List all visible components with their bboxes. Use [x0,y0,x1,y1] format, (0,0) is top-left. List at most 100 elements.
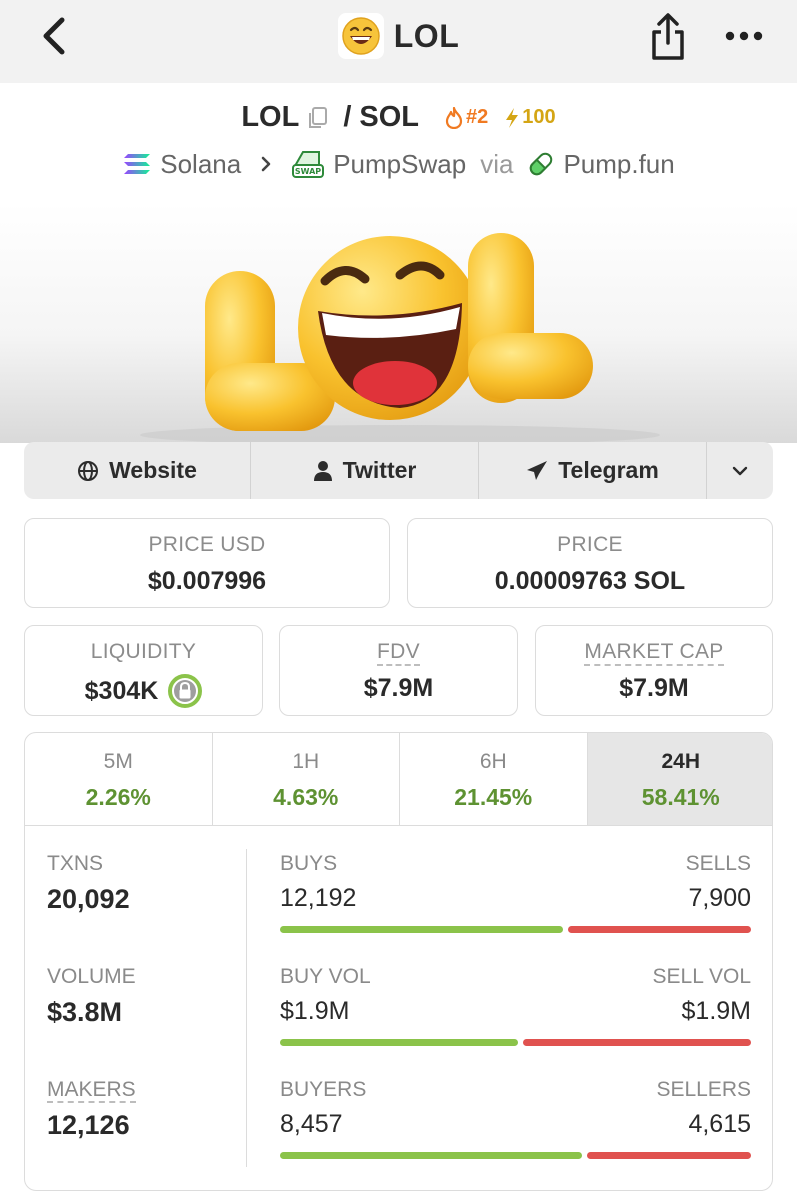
pair-title: LOL / SOL #2 100 [0,101,797,134]
sell-vol-bar-fill [523,1039,751,1046]
top-nav-bar: LOL [0,0,797,83]
globe-icon [78,460,99,481]
grinning-face-icon [342,17,380,55]
paper-plane-icon [527,460,548,480]
price-native-value: 0.00009763 SOL [494,567,686,595]
buys-label: BUYS [280,852,338,875]
buyers-value: 8,457 [280,1110,343,1138]
price-change-panel: 5M 2.26% 1H 4.63% 6H 21.45% 24H 58.41% T… [24,732,773,1191]
tab-1h[interactable]: 1H 4.63% [213,733,400,825]
fdv-label: FDV [280,640,517,666]
panel-divider [246,849,247,1167]
twitter-label: Twitter [342,457,417,483]
sellers-value: 4,615 [688,1110,751,1138]
launchpad-link[interactable]: Pump.fun [563,149,674,180]
svg-text:SWAP: SWAP [295,167,321,176]
via-label: via [480,148,514,179]
website-button[interactable]: Website [24,442,251,499]
price-usd-card: PRICE USD $0.007996 [24,518,390,608]
buyers-bar-fill [280,1152,582,1159]
makers-stat[interactable]: MAKERS 12,126 [47,1078,136,1141]
quote-token-symbol: SOL [359,101,420,133]
copy-icon[interactable] [307,106,329,130]
liquidity-card: LIQUIDITY $304K [24,625,263,716]
volume-label: VOLUME [47,965,136,988]
buyers-sellers-row: BUYERS SELLERS 8,457 4,615 [280,1078,751,1168]
sells-label: SELLS [685,852,751,875]
base-token-symbol: LOL [241,101,300,133]
makers-label: MAKERS [47,1078,136,1103]
sellers-bar-fill [587,1152,751,1159]
fire-icon [445,106,463,129]
price-native-label: PRICE [557,533,623,556]
pair-header: LOL / SOL #2 100 Solana SWAP PumpSwap vi… [0,83,797,203]
more-links-dropdown[interactable] [707,442,773,499]
fdv-value: $7.9M [363,674,434,702]
website-label: Website [109,457,197,483]
tab-24h-change: 58.41% [641,784,720,810]
lightning-icon [506,107,519,128]
makers-value: 12,126 [47,1110,130,1140]
price-usd-value: $0.007996 [147,567,267,595]
boost-value: 100 [522,106,556,128]
telegram-button[interactable]: Telegram [479,442,707,499]
buyers-sellers-bar [280,1152,751,1159]
market-cap-card[interactable]: MARKET CAP $7.9M [535,625,773,716]
tab-24h[interactable]: 24H 58.41% [587,733,772,825]
trending-rank-badge[interactable]: #2 [445,106,488,129]
share-button[interactable] [648,12,688,62]
buy-sell-volume-bar [280,1039,751,1046]
token-avatar [337,13,384,59]
liquidity-value-row: $304K [25,674,262,708]
token-banner-image [0,203,797,443]
tab-6h[interactable]: 6H 21.45% [400,733,588,825]
tab-24h-label: 24H [661,750,701,773]
sell-vol-value: $1.9M [681,997,751,1025]
volume-stat: VOLUME $3.8M [47,965,136,1028]
buy-vol-bar-fill [280,1039,518,1046]
sells-value: 7,900 [688,884,751,912]
liquidity-label: LIQUIDITY [90,640,197,663]
page-title: LOL [393,17,460,54]
sellers-label: SELLERS [656,1078,751,1101]
twitter-button[interactable]: Twitter [251,442,479,499]
chevron-right-icon [261,156,271,172]
buys-sells-row: BUYS SELLS 12,192 7,900 [280,852,751,942]
timeframe-tabs: 5M 2.26% 1H 4.63% 6H 21.45% 24H 58.41% [25,733,772,826]
buyers-label: BUYERS [280,1078,367,1101]
share-icon [652,13,684,60]
buy-vol-value: $1.9M [280,997,350,1025]
liquidity-locked-icon[interactable] [168,674,203,708]
trending-rank-value: #2 [466,106,489,128]
chevron-down-icon [732,466,748,475]
tab-5m[interactable]: 5M 2.26% [25,733,213,825]
market-cap-value: $7.9M [619,674,689,702]
pumpswap-logo-icon: SWAP [292,151,325,178]
tab-1h-change: 4.63% [273,784,339,810]
more-options-button[interactable] [722,22,766,50]
buys-bar-fill [280,926,563,933]
telegram-label: Telegram [558,457,659,483]
dex-name-link[interactable]: PumpSwap [333,149,466,180]
fdv-card[interactable]: FDV $7.9M [279,625,518,716]
tab-1h-label: 1H [292,750,320,773]
liquidity-value: $304K [84,676,159,705]
tab-6h-change: 21.45% [454,784,533,810]
price-usd-label: PRICE USD [148,533,266,556]
sell-vol-label: SELL VOL [652,965,751,988]
pill-icon [530,152,553,176]
tab-5m-label: 5M [103,750,133,773]
market-cap-label: MARKET CAP [536,640,772,666]
chain-breadcrumb: Solana SWAP PumpSwap via Pump.fun [0,148,797,180]
buy-sell-volume-row: BUY VOL SELL VOL $1.9M $1.9M [280,965,751,1055]
tab-5m-change: 2.26% [85,784,151,810]
more-icon [725,31,763,41]
price-native-card: PRICE 0.00009763 SOL [407,518,773,608]
buy-vol-label: BUY VOL [280,965,371,988]
boost-badge[interactable]: 100 [504,106,556,129]
txns-stat: TXNS 20,092 [47,852,130,915]
tab-6h-label: 6H [479,750,507,773]
chain-name-link[interactable]: Solana [160,149,241,180]
social-links-bar: Website Twitter Telegram [24,442,773,499]
user-icon [313,460,332,481]
